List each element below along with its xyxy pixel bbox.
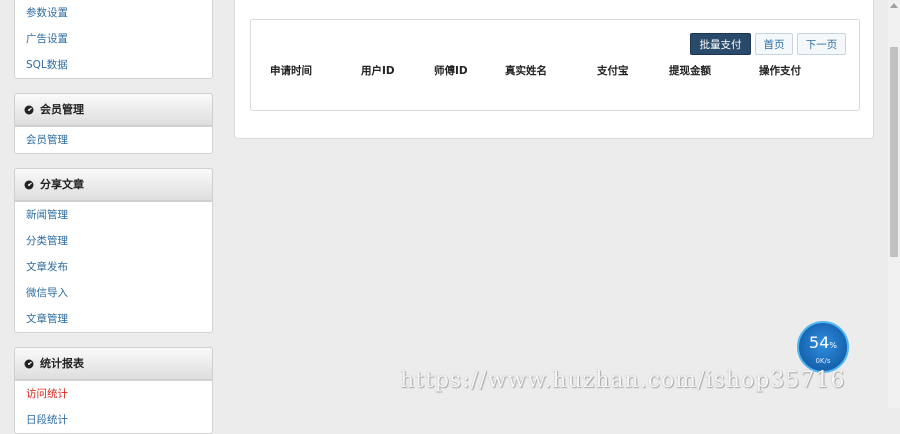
dashboard-icon (24, 105, 34, 115)
column-header-apply-time: 申请时间 (270, 65, 312, 77)
next-page-button[interactable]: 下一页 (797, 33, 846, 55)
network-speed-widget[interactable]: 54% 0K/s (797, 321, 849, 373)
dashboard-icon (24, 359, 34, 369)
scrollbar-thumb[interactable] (890, 47, 898, 257)
speed-percent: 54% (809, 333, 837, 352)
menu-item-wechat-import[interactable]: 微信导入 (15, 280, 212, 306)
menu-item-category[interactable]: 分类管理 (15, 228, 212, 254)
menu-item-member-manage[interactable]: 会员管理 (15, 127, 212, 153)
menu-item-article-manage[interactable]: 文章管理 (15, 306, 212, 332)
member-panel-title: 会员管理 (40, 103, 84, 116)
member-panel: 会员管理 会员管理 (14, 93, 213, 154)
stats-panel: 统计报表 访问统计 日段统计 (14, 347, 213, 434)
settings-panel-body: 参数设置 广告设置 SQL数据 (14, 0, 213, 79)
batch-pay-button[interactable]: 批量支付 (690, 33, 751, 55)
column-header-real-name: 真实姓名 (505, 65, 547, 77)
column-header-alipay: 支付宝 (597, 65, 629, 77)
menu-item-sql[interactable]: SQL数据 (15, 52, 212, 78)
stats-panel-title: 统计报表 (40, 357, 84, 370)
first-page-button[interactable]: 首页 (755, 33, 793, 55)
menu-item-news[interactable]: 新闻管理 (15, 202, 212, 228)
menu-item-publish[interactable]: 文章发布 (15, 254, 212, 280)
withdraw-table-panel: 批量支付 首页 下一页 申请时间 用户ID 师傅ID 真实姓名 支付宝 提现金额… (250, 19, 860, 111)
menu-item-ads[interactable]: 广告设置 (15, 26, 212, 52)
withdraw-card: 批量支付 首页 下一页 申请时间 用户ID 师傅ID 真实姓名 支付宝 提现金额… (234, 0, 874, 139)
sidebar: 参数设置 广告设置 SQL数据 会员管理 会员管理 分享文章 新闻管理 分类管理… (14, 0, 213, 434)
member-panel-header[interactable]: 会员管理 (14, 93, 213, 126)
stats-panel-body: 访问统计 日段统计 (14, 380, 213, 434)
speed-rate: 0K/s (815, 357, 831, 365)
column-header-pay-action: 操作支付 (759, 65, 801, 77)
menu-item-period-stats[interactable]: 日段统计 (15, 407, 212, 433)
article-panel-body: 新闻管理 分类管理 文章发布 微信导入 文章管理 (14, 201, 213, 333)
column-header-master-id: 师傅ID (434, 65, 468, 77)
article-panel: 分享文章 新闻管理 分类管理 文章发布 微信导入 文章管理 (14, 168, 213, 333)
column-header-amount: 提现金额 (669, 65, 711, 77)
stats-panel-header[interactable]: 统计报表 (14, 347, 213, 380)
column-header-user-id: 用户ID (361, 65, 395, 77)
article-panel-title: 分享文章 (40, 178, 84, 191)
watermark: https://www.huzhan.com/ishop35716 (400, 368, 846, 393)
scroll-up-arrow-icon[interactable] (890, 3, 898, 8)
menu-item-visit-stats[interactable]: 访问统计 (15, 381, 212, 407)
menu-item-params[interactable]: 参数设置 (15, 0, 212, 26)
member-panel-body: 会员管理 (14, 126, 213, 154)
dashboard-icon (24, 180, 34, 190)
article-panel-header[interactable]: 分享文章 (14, 168, 213, 201)
page-scrollbar[interactable] (888, 0, 900, 408)
